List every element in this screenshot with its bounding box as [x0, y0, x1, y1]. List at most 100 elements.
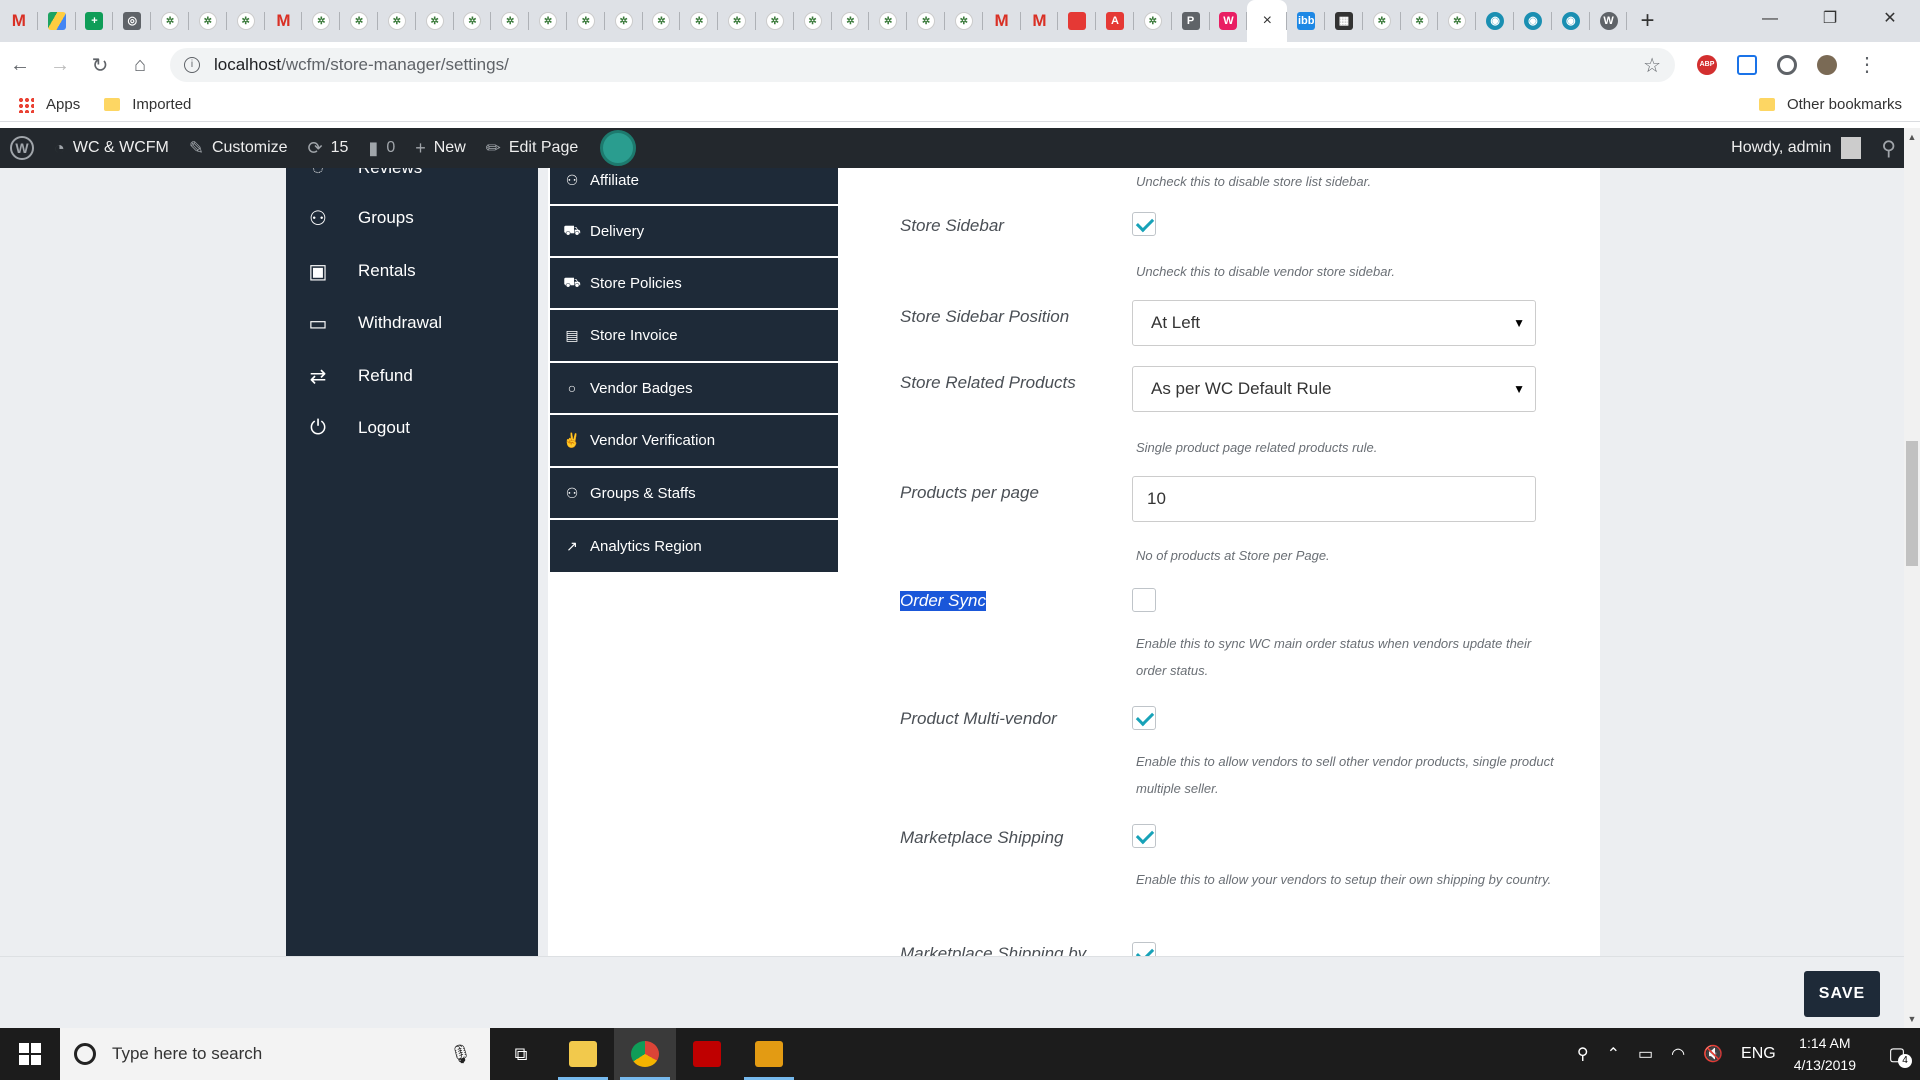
section-groups-staffs[interactable]: ⚇ Groups & Staffs: [550, 468, 838, 520]
user-avatar[interactable]: [1841, 137, 1862, 159]
admin-new-link[interactable]: + New: [415, 128, 466, 168]
order-sync-checkbox[interactable]: [1132, 588, 1156, 612]
forward-icon[interactable]: →: [40, 54, 80, 77]
browser-tab[interactable]: M: [1021, 0, 1059, 42]
browser-tab[interactable]: [38, 0, 76, 42]
start-button[interactable]: [0, 1028, 60, 1080]
taskbar-chrome[interactable]: [614, 1028, 676, 1080]
products-per-page-input[interactable]: 10: [1132, 476, 1536, 522]
browser-tab[interactable]: M: [265, 0, 303, 42]
admin-updates-link[interactable]: ⟳ 15: [308, 128, 349, 168]
chevron-up-icon[interactable]: ⌃: [1607, 1044, 1620, 1064]
adblock-icon[interactable]: ABP: [1697, 55, 1717, 75]
address-bar[interactable]: i localhost/wcfm/store-manager/settings/…: [170, 48, 1675, 82]
bookmark-apps[interactable]: Apps: [18, 96, 80, 113]
notification-center[interactable]: ▢ 4: [1874, 1044, 1920, 1068]
browser-tab[interactable]: ✲: [454, 0, 492, 42]
store-related-products-select[interactable]: As per WC Default Rule ▼: [1132, 366, 1536, 412]
browser-tab[interactable]: A: [1096, 0, 1134, 42]
admin-comments-link[interactable]: ▮ 0: [368, 128, 395, 168]
menu-item-logout[interactable]: ⏻ Logout: [286, 402, 538, 454]
browser-tab[interactable]: ✲: [1401, 0, 1439, 42]
browser-tab[interactable]: ✲: [340, 0, 378, 42]
browser-tab[interactable]: M: [0, 0, 38, 42]
browser-tab[interactable]: ✲: [151, 0, 189, 42]
browser-tab[interactable]: [1058, 0, 1096, 42]
browser-tab[interactable]: ◉: [1552, 0, 1590, 42]
admin-edit-page-link[interactable]: ✏ Edit Page: [486, 128, 578, 168]
bookmark-imported[interactable]: Imported: [104, 96, 191, 113]
browser-tab[interactable]: ✲: [416, 0, 454, 42]
chrome-menu-icon[interactable]: ⋮: [1857, 55, 1877, 75]
section-vendor-verification[interactable]: ✌ Vendor Verification: [550, 415, 838, 468]
product-multivendor-checkbox[interactable]: [1132, 706, 1156, 730]
browser-tab[interactable]: ✲: [378, 0, 416, 42]
bookmark-star-icon[interactable]: ☆: [1643, 53, 1661, 78]
close-tab-icon[interactable]: ×: [1263, 12, 1272, 30]
maximize-button[interactable]: ❐: [1800, 0, 1860, 42]
menu-item-rentals[interactable]: ▣ Rentals: [286, 245, 538, 297]
browser-tab-active[interactable]: ×: [1247, 0, 1288, 42]
menu-item-groups[interactable]: ⚇ Groups: [286, 192, 538, 244]
scroll-up-icon[interactable]: ▲: [1904, 132, 1920, 142]
task-view-button[interactable]: ⧉: [490, 1028, 552, 1080]
people-icon[interactable]: ⚲: [1577, 1044, 1589, 1064]
taskbar-filezilla[interactable]: [676, 1028, 738, 1080]
section-vendor-badges[interactable]: ○ Vendor Badges: [550, 363, 838, 415]
store-sidebar-position-select[interactable]: At Left ▼: [1132, 300, 1536, 346]
profile-avatar[interactable]: [1817, 55, 1837, 75]
taskbar-file-explorer[interactable]: [552, 1028, 614, 1080]
browser-tab[interactable]: ✲: [529, 0, 567, 42]
back-icon[interactable]: ←: [0, 54, 40, 77]
speaker-muted-icon[interactable]: 🔇: [1703, 1044, 1723, 1064]
browser-tab[interactable]: ✲: [567, 0, 605, 42]
browser-tab[interactable]: ◉: [1476, 0, 1514, 42]
browser-tab[interactable]: ibb: [1287, 0, 1325, 42]
browser-tab[interactable]: ✲: [832, 0, 870, 42]
browser-tab[interactable]: ✲: [491, 0, 529, 42]
language-indicator[interactable]: ENG: [1741, 1045, 1776, 1063]
taskbar-search[interactable]: Type here to search 🎙: [60, 1028, 490, 1080]
browser-tab[interactable]: W: [1210, 0, 1248, 42]
browser-tab[interactable]: +: [76, 0, 114, 42]
browser-tab[interactable]: ▦: [1325, 0, 1363, 42]
save-button[interactable]: SAVE: [1804, 971, 1880, 1017]
home-icon[interactable]: ⌂: [120, 54, 160, 77]
scroll-down-icon[interactable]: ▼: [1904, 1014, 1920, 1024]
browser-tab[interactable]: ◉: [1514, 0, 1552, 42]
extension-icon[interactable]: [1777, 55, 1797, 75]
taskbar-jetbrains[interactable]: [738, 1028, 800, 1080]
screenshot-extension-icon[interactable]: [1737, 55, 1757, 75]
scrollbar-thumb[interactable]: [1906, 441, 1918, 566]
browser-tab[interactable]: ✲: [907, 0, 945, 42]
section-analytics-region[interactable]: ↗ Analytics Region: [550, 520, 838, 572]
info-icon[interactable]: i: [184, 57, 200, 73]
browser-tab[interactable]: ✲: [302, 0, 340, 42]
browser-tab[interactable]: ✲: [227, 0, 265, 42]
marketplace-shipping-checkbox[interactable]: [1132, 824, 1156, 848]
new-tab-button[interactable]: +: [1627, 7, 1667, 35]
store-sidebar-checkbox[interactable]: [1132, 212, 1156, 236]
marketplace-shipping-by-checkbox[interactable]: [1132, 942, 1156, 956]
admin-customize-link[interactable]: ✎ Customize: [189, 128, 288, 168]
browser-tab[interactable]: ✲: [1134, 0, 1172, 42]
howdy-text[interactable]: Howdy, admin: [1731, 139, 1831, 157]
browser-tab[interactable]: ✲: [945, 0, 983, 42]
wifi-icon[interactable]: ◠: [1671, 1044, 1685, 1064]
admin-site-link[interactable]: ◔ WC & WCFM: [54, 128, 169, 168]
url-text[interactable]: localhost/wcfm/store-manager/settings/: [214, 55, 1643, 75]
browser-tab[interactable]: M: [983, 0, 1021, 42]
wcfm-avatar[interactable]: [600, 130, 637, 166]
menu-item-refund[interactable]: ⇄ Refund: [286, 350, 538, 402]
clock[interactable]: 1:14 AM 4/13/2019: [1794, 1032, 1856, 1076]
browser-tab[interactable]: ◎: [113, 0, 151, 42]
browser-tab[interactable]: ✲: [680, 0, 718, 42]
browser-tab[interactable]: ✲: [718, 0, 756, 42]
battery-icon[interactable]: ▭: [1638, 1044, 1653, 1064]
section-delivery[interactable]: ⛟ Delivery: [550, 206, 838, 258]
browser-tab[interactable]: P: [1172, 0, 1210, 42]
section-affiliate[interactable]: ⚇ Affiliate: [550, 168, 838, 206]
section-store-invoice[interactable]: ▤ Store Invoice: [550, 310, 838, 363]
browser-tab[interactable]: ✲: [189, 0, 227, 42]
bookmark-other[interactable]: Other bookmarks: [1758, 96, 1902, 113]
